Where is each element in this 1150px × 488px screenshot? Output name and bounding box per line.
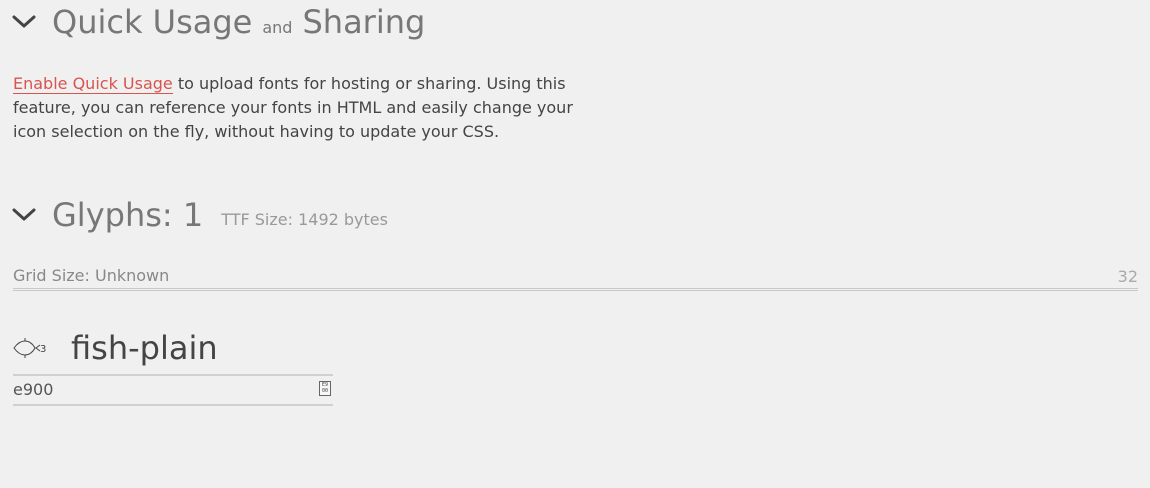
quick-usage-sharing: Sharing: [302, 3, 426, 41]
glyph-card: 3 E900: [13, 328, 333, 406]
svg-text:3: 3: [40, 344, 46, 355]
glyph-top: 3: [13, 328, 333, 368]
glyphs-title: Glyphs: 1: [52, 196, 204, 234]
grid-size-input[interactable]: [1078, 266, 1138, 286]
quick-usage-description: Enable Quick Usage to upload fonts for h…: [13, 72, 588, 144]
glyph-code-input[interactable]: [13, 380, 213, 399]
unicode-code-icon[interactable]: E9 00: [319, 381, 331, 396]
grid-size-label: Grid Size: Unknown: [13, 266, 170, 285]
grid-size-row: Grid Size: Unknown: [13, 266, 1138, 291]
quick-usage-and: and: [262, 17, 293, 37]
chevron-down-icon[interactable]: [12, 205, 38, 225]
glyph-name-input[interactable]: [71, 329, 331, 367]
glyphs-header: Glyphs: 1 TTF Size: 1492 bytes: [12, 199, 388, 231]
quick-usage-title: Quick Usage: [52, 3, 253, 41]
fish-icon: 3: [13, 336, 49, 360]
chevron-down-icon[interactable]: [12, 12, 38, 32]
glyph-code-row: E900: [13, 374, 333, 406]
page: Quick Usage and Sharing Enable Quick Usa…: [0, 0, 1150, 488]
ttf-size: TTF Size: 1492 bytes: [221, 209, 388, 229]
enable-quick-usage-link[interactable]: Enable Quick Usage: [13, 74, 173, 94]
quick-usage-header: Quick Usage and Sharing: [12, 6, 425, 38]
